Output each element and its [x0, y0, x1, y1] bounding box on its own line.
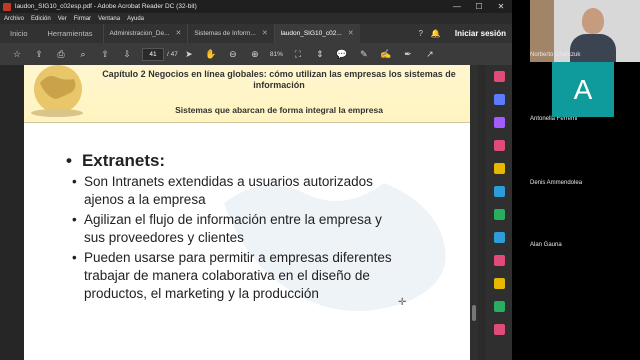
- bullet-extranets: • Extranets:: [66, 151, 165, 171]
- menu-ventana[interactable]: Ventana: [98, 16, 120, 22]
- edit-pdf-icon[interactable]: [493, 94, 505, 105]
- pdf-page: Capítulo 2 Negocios en línea globales: c…: [24, 65, 470, 360]
- sub-bullet-3: • Pueden usarse para permitir a empresas…: [72, 249, 454, 303]
- title-bar: laudon_SIG10_c02esp.pdf - Adobe Acrobat …: [0, 0, 512, 13]
- organize-pages-icon[interactable]: [493, 186, 505, 197]
- close-tab-icon[interactable]: ✕: [176, 24, 182, 43]
- more-tools-icon[interactable]: [493, 301, 505, 312]
- doc-tab-label: laudon_SIG10_c02...: [280, 30, 342, 37]
- sign-icon[interactable]: ✒: [397, 49, 419, 60]
- sub-bullet-1: • Son Intranets extendidas a usuarios au…: [72, 173, 454, 209]
- stamp-icon[interactable]: [493, 163, 505, 174]
- participant-avatar[interactable]: A: [552, 62, 614, 117]
- send-icon[interactable]: [493, 278, 505, 289]
- bullet-dot: •: [66, 151, 72, 170]
- print-icon[interactable]: ⎙: [50, 49, 72, 60]
- tools-rail: [486, 65, 512, 360]
- participants-panel: Norberto Charczuk Antonella Ferremi Deni…: [512, 0, 640, 360]
- sub-bullet-2: • Agilizan el flujo de información entre…: [72, 211, 454, 247]
- bullet-text: Extranets:: [81, 151, 166, 170]
- create-pdf-icon[interactable]: [493, 117, 505, 128]
- participant-name: Denis Ammendolea: [530, 180, 583, 186]
- menu-edicion[interactable]: Edición: [31, 16, 51, 22]
- vertical-scrollbar[interactable]: [470, 65, 478, 360]
- participant-name: Alan Gauna: [530, 242, 562, 248]
- sub-bullet-dot: •: [72, 212, 77, 227]
- acrobat-logo-icon: [3, 2, 11, 11]
- help-icon[interactable]: ?: [418, 29, 422, 38]
- doc-tab-laudon[interactable]: laudon_SIG10_c02... ✕: [273, 24, 360, 43]
- zoom-in-icon[interactable]: ⊕: [244, 49, 266, 60]
- protect-icon[interactable]: [493, 232, 505, 243]
- scan-icon[interactable]: [493, 209, 505, 220]
- menu-firmar[interactable]: Firmar: [74, 16, 91, 22]
- draw-icon[interactable]: ✍: [375, 49, 397, 60]
- export-pdf-icon[interactable]: [493, 71, 505, 82]
- comment-icon[interactable]: 💬: [331, 49, 353, 60]
- menu-ayuda[interactable]: Ayuda: [127, 16, 144, 22]
- prev-page-icon[interactable]: ⇧: [94, 49, 116, 60]
- window-controls: — ☐ ✕: [446, 0, 512, 13]
- hand-tool-icon[interactable]: ✋: [200, 49, 222, 60]
- crosshair-cursor-icon: ✛: [398, 297, 407, 308]
- minimize-button[interactable]: —: [446, 0, 468, 13]
- zoom-level[interactable]: 81%: [270, 51, 283, 58]
- maximize-button[interactable]: ☐: [468, 0, 490, 13]
- sub-bullet-dot: •: [72, 174, 77, 189]
- sub-bullet-line: trabajar de manera colaborativa en el di…: [84, 268, 370, 283]
- doc-tab-label: Administracion_De...: [109, 30, 170, 37]
- page-number-input[interactable]: 41: [142, 47, 164, 61]
- scrollbar-thumb[interactable]: [472, 305, 476, 321]
- window-title: laudon_SIG10_c02esp.pdf - Adobe Acrobat …: [15, 3, 197, 10]
- participant-name: Norberto Charczuk: [530, 52, 581, 58]
- section-title: Sistemas que abarcan de forma integral l…: [175, 105, 383, 115]
- bookmark-icon[interactable]: ☆: [6, 49, 28, 60]
- scroll-mode-icon[interactable]: ⇕: [309, 49, 331, 60]
- menu-bar: Archivo Edición Ver Firmar Ventana Ayuda: [0, 13, 512, 24]
- zoom-search-icon[interactable]: ⌕: [72, 49, 94, 60]
- tabbar-actions: ? 🔔 Iniciar sesión: [410, 24, 506, 43]
- upload-icon[interactable]: ⇪: [28, 49, 50, 60]
- page-navigator: 41 / 47: [142, 47, 178, 61]
- combine-icon[interactable]: [493, 324, 505, 335]
- tab-tools[interactable]: Herramientas: [38, 24, 103, 43]
- next-page-icon[interactable]: ⇩: [116, 49, 138, 60]
- menu-ver[interactable]: Ver: [58, 16, 67, 22]
- highlight-icon[interactable]: ✎: [353, 49, 375, 60]
- close-button[interactable]: ✕: [490, 0, 512, 13]
- sub-bullet-line: Son Intranets extendidas a usuarios auto…: [84, 174, 373, 189]
- page-total: / 47: [167, 50, 178, 58]
- sub-bullet-line: sus proveedores y clientes: [84, 230, 244, 245]
- document-viewport[interactable]: Capítulo 2 Negocios en línea globales: c…: [0, 65, 478, 360]
- close-tab-icon[interactable]: ✕: [262, 24, 268, 43]
- person-head: [582, 8, 604, 34]
- doc-tab-sistemas[interactable]: Sistemas de Inform... ✕: [187, 24, 273, 43]
- slide-header: Capítulo 2 Negocios en línea globales: c…: [24, 65, 470, 123]
- share-icon[interactable]: ↗: [419, 49, 441, 60]
- signin-button[interactable]: Iniciar sesión: [455, 29, 506, 38]
- chapter-title: Capítulo 2 Negocios en línea globales: c…: [102, 69, 456, 90]
- select-cursor-icon[interactable]: ➤: [178, 49, 200, 60]
- close-tab-icon[interactable]: ✕: [348, 24, 354, 43]
- tab-home[interactable]: Inicio: [0, 24, 38, 43]
- doc-tab-administracion[interactable]: Administracion_De... ✕: [102, 24, 188, 43]
- toolbar: ☆ ⇪ ⎙ ⌕ ⇧ ⇩ 41 / 47 ➤ ✋ ⊖ ⊕ 81% ⛶ ⇕ 💬 ✎ …: [0, 43, 512, 65]
- notifications-icon[interactable]: 🔔: [431, 29, 441, 38]
- fill-sign-icon[interactable]: [493, 255, 505, 266]
- globe-icon: [31, 65, 83, 117]
- comment-tool-icon[interactable]: [493, 140, 505, 151]
- sub-bullet-line: Agilizan el flujo de información entre l…: [84, 212, 382, 227]
- fit-page-icon[interactable]: ⛶: [287, 49, 309, 60]
- sub-bullet-line: ajenos a la empresa: [84, 192, 206, 207]
- doc-tab-label: Sistemas de Inform...: [194, 30, 256, 37]
- acrobat-window: laudon_SIG10_c02esp.pdf - Adobe Acrobat …: [0, 0, 512, 360]
- sub-bullet-dot: •: [72, 250, 77, 265]
- sub-bullet-line: Pueden usarse para permitir a empresas d…: [84, 250, 392, 265]
- zoom-out-icon[interactable]: ⊖: [222, 49, 244, 60]
- tab-bar: Inicio Herramientas Administracion_De...…: [0, 24, 512, 43]
- menu-archivo[interactable]: Archivo: [4, 16, 24, 22]
